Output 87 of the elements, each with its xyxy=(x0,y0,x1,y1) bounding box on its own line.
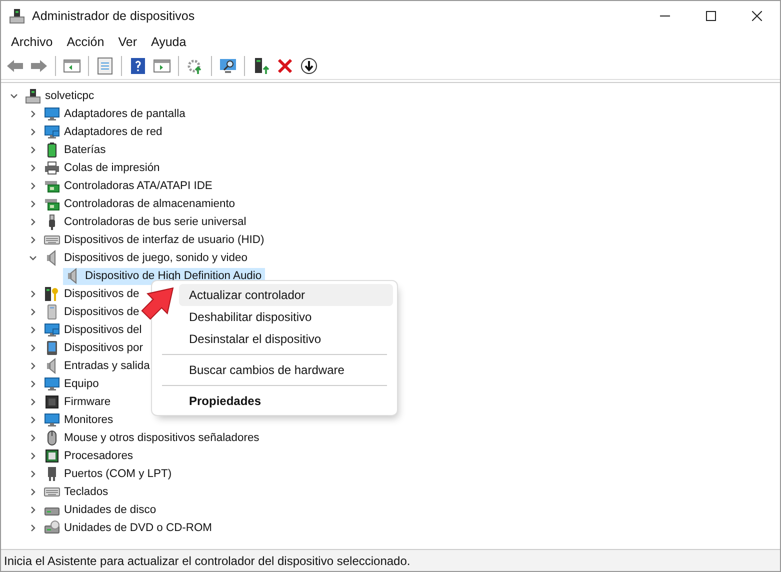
context-menu-item[interactable]: Deshabilitar dispositivo xyxy=(179,306,393,328)
key-icon xyxy=(44,286,60,302)
tree-item[interactable]: Controladoras de bus serie universal xyxy=(63,215,248,229)
expand-chevron-icon[interactable] xyxy=(28,379,38,389)
maximize-icon[interactable] xyxy=(706,11,716,21)
expand-chevron-icon[interactable] xyxy=(28,199,38,209)
tree-item[interactable]: Dispositivos de interfaz de usuario (HID) xyxy=(63,233,266,247)
network-icon xyxy=(44,124,60,140)
tree-item[interactable]: Mouse y otros dispositivos señaladores xyxy=(63,431,260,445)
tree-item[interactable]: Entradas y salida xyxy=(63,359,151,373)
download-circle-icon[interactable] xyxy=(299,57,319,75)
context-menu-item[interactable]: Buscar cambios de hardware xyxy=(179,359,393,381)
tree-item[interactable]: Dispositivos por xyxy=(63,341,144,355)
tree-item[interactable]: Unidades de disco xyxy=(63,503,158,517)
window-title: Administrador de dispositivos xyxy=(32,9,195,23)
tree-item[interactable]: Equipo xyxy=(63,377,100,391)
help-icon[interactable] xyxy=(128,57,148,75)
context-menu-item[interactable]: Desinstalar el dispositivo xyxy=(179,328,393,350)
expand-chevron-icon[interactable] xyxy=(28,397,38,407)
expand-chevron-icon[interactable] xyxy=(28,343,38,353)
expand-chevron-icon[interactable] xyxy=(28,145,38,155)
expand-chevron-icon[interactable] xyxy=(28,487,38,497)
tablet-icon xyxy=(44,340,60,356)
expansion-card-icon xyxy=(44,178,60,194)
menu-item[interactable]: Archivo xyxy=(5,35,61,49)
tree-item[interactable]: Monitores xyxy=(63,413,114,427)
menu-item[interactable]: Ver xyxy=(112,35,145,49)
tree-item[interactable]: Dispositivos de xyxy=(63,305,140,319)
expand-chevron-icon[interactable] xyxy=(28,415,38,425)
expand-chevron-icon[interactable] xyxy=(28,289,38,299)
expand-chevron-icon[interactable] xyxy=(28,235,38,245)
status-text: Inicia el Asistente para actualizar el controlador del dispositivo seleccionado. xyxy=(4,554,410,568)
expand-chevron-icon[interactable] xyxy=(28,181,38,191)
expand-chevron-icon[interactable] xyxy=(28,127,38,137)
window-pane-icon[interactable] xyxy=(62,57,82,75)
expand-chevron-icon[interactable] xyxy=(28,523,38,533)
tree-item[interactable]: Firmware xyxy=(63,395,112,409)
context-menu-item[interactable]: Actualizar controlador xyxy=(179,284,393,306)
minimize-icon[interactable] xyxy=(660,15,670,17)
chip-icon xyxy=(44,394,60,410)
expand-chevron-icon[interactable] xyxy=(28,451,38,461)
tree-item[interactable]: Dispositivos de juego, sonido y video xyxy=(63,251,248,265)
network-icon xyxy=(44,322,60,338)
tree-item[interactable]: solveticpc xyxy=(44,89,96,103)
collapse-chevron-icon[interactable] xyxy=(9,91,19,101)
expand-chevron-icon[interactable] xyxy=(28,505,38,515)
computer-icon xyxy=(25,88,41,104)
tree-item[interactable]: Baterías xyxy=(63,143,107,157)
tree-item[interactable]: Unidades de DVD o CD-ROM xyxy=(63,521,213,535)
tree-item[interactable]: Adaptadores de red xyxy=(63,125,164,139)
back-arrow-icon[interactable] xyxy=(5,57,25,75)
expand-chevron-icon[interactable] xyxy=(28,433,38,443)
expansion-card-icon xyxy=(44,196,60,212)
menu-item[interactable]: Ayuda xyxy=(144,35,194,49)
expand-chevron-icon[interactable] xyxy=(28,163,38,173)
tree-item[interactable]: Teclados xyxy=(63,485,110,499)
context-menu-item[interactable]: Propiedades xyxy=(179,390,393,412)
properties-sheet-icon[interactable] xyxy=(95,57,115,75)
chip-icon xyxy=(44,448,60,464)
monitor-search-icon[interactable] xyxy=(218,57,238,75)
expand-chevron-icon[interactable] xyxy=(28,217,38,227)
tree-item[interactable]: Dispositivos de xyxy=(63,287,140,301)
forward-arrow-icon[interactable] xyxy=(29,57,49,75)
printer-icon xyxy=(44,160,60,176)
pointer-arrow xyxy=(141,287,175,321)
collapse-chevron-icon[interactable] xyxy=(28,253,38,263)
monitor-icon xyxy=(44,412,60,428)
tree-item[interactable]: Procesadores xyxy=(63,449,134,463)
tree-item[interactable]: Colas de impresión xyxy=(63,161,161,175)
computer-icon xyxy=(9,8,25,24)
menu-item[interactable]: Acción xyxy=(60,35,112,49)
tree-item[interactable]: Controladoras ATA/ATAPI IDE xyxy=(63,179,214,193)
expand-chevron-icon[interactable] xyxy=(28,325,38,335)
tree-item[interactable]: Puertos (COM y LPT) xyxy=(63,467,173,481)
monitor-icon xyxy=(44,376,60,392)
expand-chevron-icon[interactable] xyxy=(28,307,38,317)
expand-chevron-icon[interactable] xyxy=(28,361,38,371)
delete-x-icon[interactable] xyxy=(275,57,295,75)
monitor-icon xyxy=(44,106,60,122)
expand-chevron-icon[interactable] xyxy=(28,469,38,479)
disk-drive-icon xyxy=(44,520,60,536)
tree-item[interactable]: Controladoras de almacenamiento xyxy=(63,197,236,211)
tree-item[interactable]: Dispositivos del xyxy=(63,323,143,337)
expand-chevron-icon[interactable] xyxy=(28,109,38,119)
window-pane-icon[interactable] xyxy=(152,57,172,75)
tree-item[interactable]: Adaptadores de pantalla xyxy=(63,107,186,121)
close-icon[interactable] xyxy=(752,11,762,21)
